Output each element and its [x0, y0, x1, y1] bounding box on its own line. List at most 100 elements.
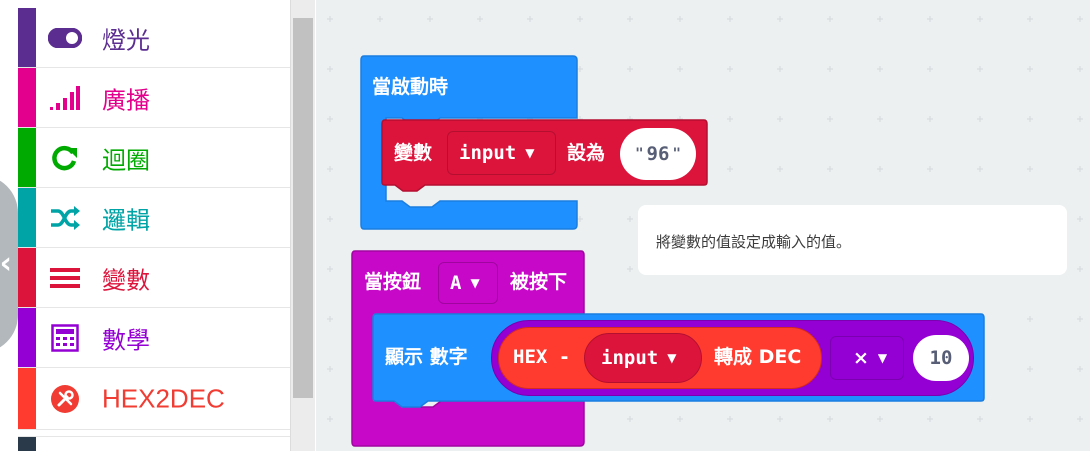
grid-mark — [627, 66, 633, 72]
chevron-down-icon: ▼ — [877, 351, 888, 365]
button-name: A — [450, 272, 462, 294]
category-color-stripe — [18, 308, 36, 367]
grid-mark — [777, 166, 783, 172]
grid-mark — [1077, 166, 1083, 172]
grid-mark — [927, 166, 933, 172]
list-lines-icon — [48, 263, 82, 293]
grid-mark — [1027, 16, 1033, 22]
block-comment[interactable]: 將變數的值設定成輸入的值。 — [638, 205, 1067, 275]
grid-mark — [327, 216, 333, 222]
grid-mark — [677, 66, 683, 72]
grid-mark — [927, 66, 933, 72]
grid-mark — [977, 166, 983, 172]
grid-mark — [977, 66, 983, 72]
chevron-down-icon: ▼ — [470, 276, 480, 290]
toolbox-category-hex2dec[interactable]: HEX2DEC — [18, 368, 290, 430]
grid-mark — [477, 16, 483, 22]
number-value-field[interactable]: 10 — [913, 335, 969, 381]
grid-mark — [777, 116, 783, 122]
category-color-stripe — [18, 368, 36, 429]
grid-mark — [877, 16, 883, 22]
grid-mark — [827, 416, 833, 422]
grid-mark — [827, 16, 833, 22]
toolbox-scrollbar-thumb[interactable] — [293, 18, 313, 398]
grid-mark — [977, 116, 983, 122]
category-label: HEX2DEC — [102, 383, 225, 413]
toolbox-category-math[interactable]: 數學 — [18, 308, 290, 368]
grid-mark — [827, 166, 833, 172]
toggle-icon — [48, 23, 82, 53]
string-value-field[interactable]: " 96 " — [620, 128, 696, 180]
chevron-down-icon: ▼ — [525, 146, 535, 160]
category-color-stripe — [18, 248, 36, 307]
set-to-label: 設為 — [567, 142, 606, 164]
chevron-down-icon: ▼ — [667, 351, 677, 365]
category-label: 變數 — [102, 266, 150, 294]
loop-arrow-icon — [48, 143, 82, 173]
grid-mark — [827, 66, 833, 72]
grid-mark — [627, 416, 633, 422]
grid-mark — [327, 116, 333, 122]
grid-mark — [777, 16, 783, 22]
grid-mark — [1027, 366, 1033, 372]
toolbox-category-logic[interactable]: 邏輯 — [18, 188, 290, 248]
grid-mark — [1027, 416, 1033, 422]
grid-mark — [1077, 266, 1083, 272]
grid-mark — [1077, 116, 1083, 122]
grid-mark — [777, 66, 783, 72]
toolbox-category-variables[interactable]: 變數 — [18, 248, 290, 308]
signal-bars-icon — [48, 83, 82, 113]
operator-dropdown[interactable]: × ▼ — [830, 336, 904, 380]
toolbox: 燈光 廣播 迴圈 邏輯 變數 數學 HEX2DEC — [18, 0, 290, 451]
grid-mark — [977, 416, 983, 422]
grid-mark — [1077, 66, 1083, 72]
grid-mark — [327, 316, 333, 322]
grid-mark — [877, 166, 883, 172]
grid-mark — [1077, 16, 1083, 22]
category-color-stripe — [18, 128, 36, 187]
blocks-workspace[interactable]: 當啟動時 變數 input ▼ 設為 " 96 " 將變數的值設定成輸入的值。 … — [316, 0, 1090, 451]
toolbox-category-loops[interactable]: 迴圈 — [18, 128, 290, 188]
grid-mark — [777, 416, 783, 422]
show-number-label: 顯示 數字 — [385, 346, 468, 368]
category-label: 邏輯 — [102, 206, 150, 234]
category-label: 廣播 — [102, 86, 150, 114]
variable-reporter-input[interactable]: input ▼ — [584, 333, 702, 383]
category-label: 迴圈 — [102, 146, 150, 174]
grid-mark — [727, 416, 733, 422]
category-label: 數學 — [102, 326, 150, 354]
grid-mark — [1077, 416, 1083, 422]
collapse-simulator-button[interactable]: ‹ — [0, 175, 18, 353]
grid-mark — [727, 16, 733, 22]
hex-prefix-label: HEX - — [513, 346, 571, 368]
grid-mark — [677, 416, 683, 422]
category-color-stripe — [18, 437, 36, 451]
grid-mark — [877, 66, 883, 72]
grid-mark — [1077, 366, 1083, 372]
variable-dropdown[interactable]: input ▼ — [447, 131, 556, 175]
grid-mark — [327, 166, 333, 172]
grid-mark — [1077, 316, 1083, 322]
grid-mark — [527, 16, 533, 22]
grid-mark — [1077, 216, 1083, 222]
grid-mark — [427, 16, 433, 22]
comment-text: 將變數的值設定成輸入的值。 — [656, 233, 852, 251]
category-color-stripe — [18, 188, 36, 247]
grid-mark — [727, 66, 733, 72]
convert-label: 轉成 DEC — [714, 348, 801, 367]
variable-name: input — [601, 347, 659, 369]
close-quote-icon: " — [672, 146, 681, 162]
grid-mark — [627, 266, 633, 272]
tools-icon — [48, 384, 82, 414]
grid-mark — [327, 16, 333, 22]
grid-mark — [1027, 166, 1033, 172]
grid-mark — [1027, 316, 1033, 322]
button-dropdown[interactable]: A ▼ — [438, 262, 498, 304]
grid-mark — [927, 416, 933, 422]
grid-mark — [727, 166, 733, 172]
grid-mark — [877, 116, 883, 122]
toolbox-category-led[interactable]: 燈光 — [18, 8, 290, 68]
grid-mark — [1027, 66, 1033, 72]
toolbox-category-radio[interactable]: 廣播 — [18, 68, 290, 128]
grid-mark — [327, 366, 333, 372]
